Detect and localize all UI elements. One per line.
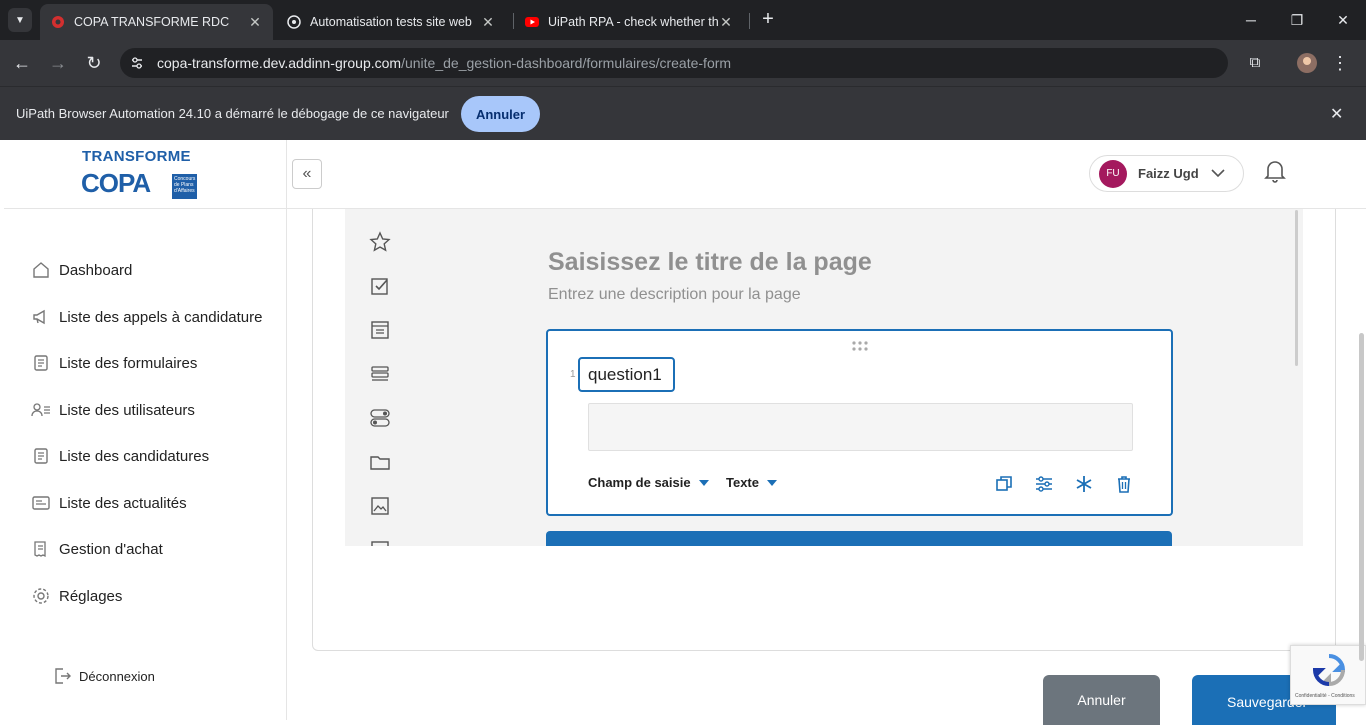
collapse-sidebar-button[interactable]: «	[292, 159, 322, 189]
form-designer-canvas: Saisissez le titre de la page Entrez une…	[345, 209, 1303, 546]
sidebar-divider	[4, 208, 287, 209]
close-infobar-icon[interactable]: ✕	[1330, 104, 1343, 124]
logout-button[interactable]: Déconnexion	[52, 666, 155, 686]
user-menu[interactable]: FU Faizz Ugd	[1089, 155, 1244, 192]
infobar-message: UiPath Browser Automation 24.10 a démarr…	[16, 106, 449, 121]
news-icon	[30, 492, 52, 514]
profile-avatar[interactable]	[1296, 52, 1318, 74]
gear-favicon-icon	[52, 16, 64, 28]
notification-bell-icon[interactable]	[1263, 158, 1287, 184]
home-icon	[30, 259, 52, 281]
settings-sliders-icon[interactable]	[1034, 474, 1054, 494]
site-info-icon[interactable]	[129, 55, 145, 71]
image-tool-icon[interactable]	[369, 495, 391, 517]
close-tab-icon[interactable]: ✕	[718, 14, 734, 31]
multiple-text-tool-icon[interactable]	[369, 363, 391, 385]
sidebar: TRANSFORME COPA Concours de Plans d'Affa…	[0, 140, 287, 720]
extensions-icon[interactable]: ⧉	[1244, 52, 1266, 74]
designer-scrollbar[interactable]	[1295, 210, 1298, 366]
chevron-down-icon	[1211, 165, 1225, 183]
address-bar[interactable]: copa-transforme.dev.addinn-group.com/uni…	[120, 48, 1228, 78]
recaptcha-text: Confidentialité - Conditions	[1295, 693, 1355, 699]
chatgpt-favicon-icon	[287, 15, 301, 29]
page-scrollbar[interactable]	[1359, 333, 1364, 661]
folder-tool-icon[interactable]	[369, 451, 391, 473]
tab-copa[interactable]: COPA TRANSFORME RDC ✕	[40, 4, 273, 40]
document-icon	[30, 445, 52, 467]
reload-button[interactable]: ↻	[83, 52, 105, 74]
tab-uipath-youtube[interactable]: UiPath RPA - check whether the ✕	[514, 4, 744, 40]
toggle-tool-icon[interactable]	[369, 407, 391, 429]
tab-title: UiPath RPA - check whether the	[548, 15, 718, 29]
next-question-card[interactable]	[546, 531, 1172, 546]
caret-down-icon	[698, 479, 709, 486]
page-description-placeholder[interactable]: Entrez une description pour la page	[548, 286, 801, 304]
back-button[interactable]: ←	[11, 52, 33, 74]
tab-list-button[interactable]: ▼	[8, 8, 32, 32]
megaphone-icon	[30, 306, 52, 328]
sidebar-item-dashboard[interactable]: Dashboard	[30, 258, 132, 282]
new-tab-button[interactable]: +	[758, 9, 778, 31]
cancel-button[interactable]: Annuler	[1043, 675, 1160, 725]
infobar-cancel-button[interactable]: Annuler	[461, 96, 540, 132]
recaptcha-icon	[1312, 654, 1346, 687]
avatar: FU	[1099, 159, 1127, 188]
sidebar-item-formulaires[interactable]: Liste des formulaires	[30, 351, 197, 375]
gear-icon	[30, 585, 52, 607]
close-tab-icon[interactable]: ✕	[247, 14, 263, 31]
sidebar-item-achat[interactable]: Gestion d'achat	[30, 537, 163, 561]
sidebar-item-utilisateurs[interactable]: Liste des utilisateurs	[30, 398, 195, 422]
input-type-dropdown[interactable]: Texte	[726, 475, 777, 490]
sidebar-item-candidatures[interactable]: Liste des candidatures	[30, 444, 209, 468]
form-icon	[30, 352, 52, 374]
sidebar-item-reglages[interactable]: Réglages	[30, 584, 122, 608]
sidebar-item-appels[interactable]: Liste des appels à candidature	[30, 305, 262, 329]
star-rating-tool-icon[interactable]	[369, 231, 391, 253]
url-text: copa-transforme.dev.addinn-group.com/uni…	[157, 55, 732, 71]
question-card[interactable]: 1 question1 Champ de saisie Texte	[546, 329, 1173, 516]
users-icon	[30, 399, 52, 421]
more-tool-icon[interactable]	[369, 539, 391, 546]
question-type-dropdown[interactable]: Champ de saisie	[588, 475, 709, 490]
user-name: Faizz Ugd	[1138, 166, 1199, 181]
receipt-icon	[30, 538, 52, 560]
page-title-placeholder[interactable]: Saisissez le titre de la page	[548, 248, 872, 277]
minimize-button[interactable]: ─	[1228, 0, 1274, 40]
main-area: « FU Faizz Ugd Saisissez le titre de la …	[287, 140, 1366, 725]
forward-button[interactable]: →	[47, 52, 69, 74]
tab-separator	[749, 13, 750, 29]
debug-infobar: UiPath Browser Automation 24.10 a démarr…	[0, 86, 1366, 140]
tab-title: Automatisation tests site web	[310, 15, 472, 29]
caret-down-icon	[767, 479, 777, 486]
close-tab-icon[interactable]: ✕	[480, 14, 496, 31]
question-number: 1	[570, 369, 576, 380]
menu-kebab-icon[interactable]: ⋮	[1329, 52, 1351, 74]
recaptcha-badge[interactable]: Confidentialité - Conditions	[1290, 645, 1366, 705]
comment-tool-icon[interactable]	[369, 319, 391, 341]
close-window-button[interactable]: ✕	[1320, 0, 1366, 40]
duplicate-icon[interactable]	[994, 474, 1014, 494]
question-title-input[interactable]: question1	[578, 357, 675, 392]
question-answer-preview	[588, 403, 1133, 451]
maximize-button[interactable]: ❐	[1274, 0, 1320, 40]
logout-icon	[52, 666, 72, 686]
delete-trash-icon[interactable]	[1114, 474, 1134, 494]
youtube-favicon-icon	[525, 17, 539, 27]
tab-title: COPA TRANSFORME RDC	[74, 15, 230, 29]
browser-tab-bar: ▼ COPA TRANSFORME RDC ✕ Automatisation t…	[0, 0, 1366, 40]
tab-automatisation[interactable]: Automatisation tests site web ✕	[276, 4, 506, 40]
drag-handle-icon[interactable]	[850, 339, 870, 351]
copa-logo[interactable]: TRANSFORME COPA Concours de Plans d'Affa…	[80, 146, 200, 202]
checkbox-tool-icon[interactable]	[369, 275, 391, 297]
sidebar-item-actualites[interactable]: Liste des actualités	[30, 491, 187, 515]
required-asterisk-icon[interactable]	[1074, 474, 1094, 494]
